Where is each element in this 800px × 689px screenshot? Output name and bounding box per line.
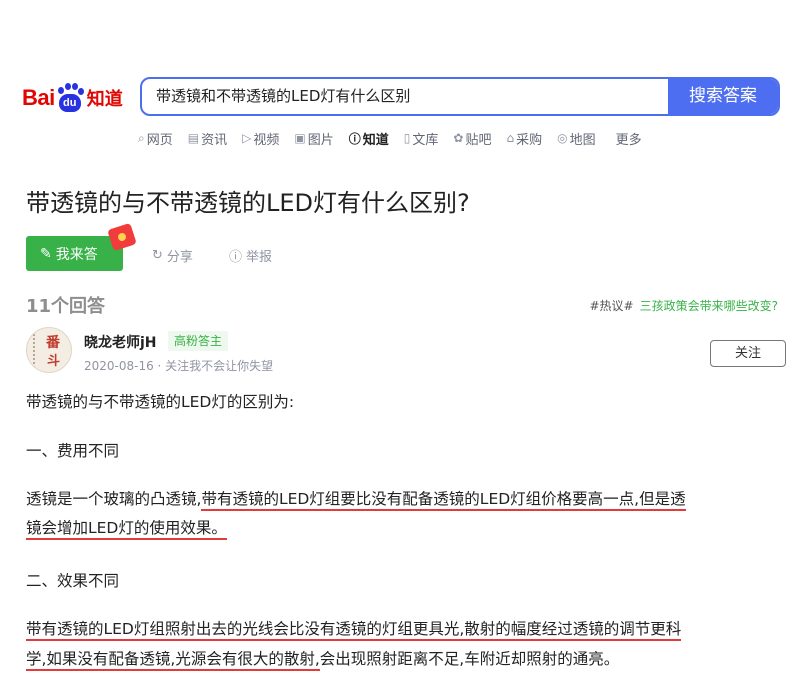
purchase-icon: ⌂ — [506, 131, 515, 145]
highlight-underline: 镜会增加LED灯的使用效果。 — [26, 519, 227, 540]
highlight-underline: 带有透镜的LED灯组照射出去的光线会比没有透镜的灯组更具光,散射的幅度经过透镜的… — [26, 620, 682, 641]
author-name[interactable]: 晓龙老师jH — [84, 332, 157, 352]
hot-topic[interactable]: #热议# 三孩政策会带来哪些改变? — [590, 297, 779, 314]
nav-item-news[interactable]: ▤ 资讯 — [188, 129, 227, 148]
nav-item-wenku[interactable]: ▯ 文库 — [404, 129, 439, 148]
red-packet-icon — [107, 222, 137, 252]
search-input[interactable]: 带透镜和不带透镜的LED灯有什么区别 — [142, 79, 668, 114]
hot-topic-link[interactable]: 三孩政策会带来哪些改变? — [640, 299, 778, 313]
news-icon: ▤ — [187, 131, 200, 145]
nav-item-map[interactable]: ◎ 地图 — [557, 129, 596, 148]
nav-item-purchase[interactable]: ⌂ 采购 — [506, 129, 542, 148]
question-title: 带透镜的与不带透镜的LED灯有什么区别? — [26, 189, 470, 217]
share-button[interactable]: ↻ 分享 — [152, 246, 193, 265]
answer-count: 11个回答 — [26, 296, 106, 317]
paw-icon: du — [56, 83, 84, 113]
question-icon: ⓘ — [348, 131, 361, 146]
share-icon: ↻ — [152, 248, 163, 263]
author-badge: 高粉答主 — [168, 331, 229, 351]
logo-du-text: du — [58, 94, 81, 112]
map-icon: ◎ — [557, 131, 568, 145]
answer-intro: 带透镜的与不带透镜的LED灯的区别为: — [26, 393, 295, 411]
search-bar: 带透镜和不带透镜的LED灯有什么区别 搜索答案 — [140, 77, 780, 116]
logo-zhidao-text: 知道 — [86, 89, 123, 110]
highlight-underline: 带有透镜的LED灯组要比没有配备透镜的LED灯组价格要高一点,但是透 — [201, 490, 686, 511]
baidu-zhidao-logo[interactable]: Bai du 知道 — [22, 80, 123, 116]
follow-button[interactable]: 关注 — [710, 340, 786, 367]
nav-item-more[interactable]: 更多 — [616, 129, 642, 148]
answer-heading-cost: 一、费用不同 — [26, 442, 120, 460]
answer-meta: 2020-08-16 · 关注我不会让你失望 — [84, 359, 274, 373]
doc-icon: ▯ — [403, 131, 411, 145]
answer-paragraph-cost-line2: 镜会增加LED灯的使用效果。 — [26, 516, 227, 540]
search-icon: ⌕ — [138, 130, 145, 145]
video-icon: ▷ — [242, 131, 252, 145]
edit-icon: ✎ — [40, 245, 52, 262]
avatar-char-1: 番 — [46, 335, 60, 351]
answer-heading-effect: 二、效果不同 — [26, 572, 120, 590]
nav-item-tieba[interactable]: ✿ 贴吧 — [453, 129, 491, 148]
answer-paragraph-effect-line2: 学,如果没有配备透镜,光源会有很大的散射,会出现照射距离不足,车附近却照射的通亮… — [26, 647, 619, 671]
avatar-char-2: 斗 — [47, 354, 61, 369]
nav-item-web[interactable]: ⌕ 网页 — [138, 129, 173, 148]
tieba-icon: ✿ — [453, 131, 464, 145]
nav-item-zhidao[interactable]: ⓘ 知道 — [349, 129, 389, 148]
image-icon: ▣ — [294, 131, 306, 145]
search-answer-button[interactable]: 搜索答案 — [668, 79, 778, 114]
answer-button[interactable]: ✎ 我来答 — [26, 236, 123, 271]
report-button[interactable]: ⓘ 举报 — [229, 246, 272, 265]
logo-bai-text: Bai — [22, 85, 55, 110]
search-nav: ⌕ 网页 ▤ 资讯 ▷ 视频 ▣ 图片 ⓘ 知道 ▯ 文库 ✿ 贴吧 ⌂ 采购 ◎ 地图 更多 — [138, 129, 657, 148]
nav-item-video[interactable]: ▷ 视频 — [242, 129, 279, 148]
answer-paragraph-effect-line1: 带有透镜的LED灯组照射出去的光线会比没有透镜的灯组更具光,散射的幅度经过透镜的… — [26, 617, 682, 641]
avatar[interactable]: 番 斗 — [26, 327, 72, 373]
answer-paragraph-cost-line1: 透镜是一个玻璃的凸透镜,带有透镜的LED灯组要比没有配备透镜的LED灯组价格要高… — [26, 487, 686, 511]
highlight-underline: 学,如果没有配备透镜,光源会有很大的散射, — [26, 650, 320, 671]
hot-tag: #热议# — [589, 299, 634, 313]
alert-icon: ⓘ — [229, 250, 243, 265]
nav-item-image[interactable]: ▣ 图片 — [294, 129, 333, 148]
